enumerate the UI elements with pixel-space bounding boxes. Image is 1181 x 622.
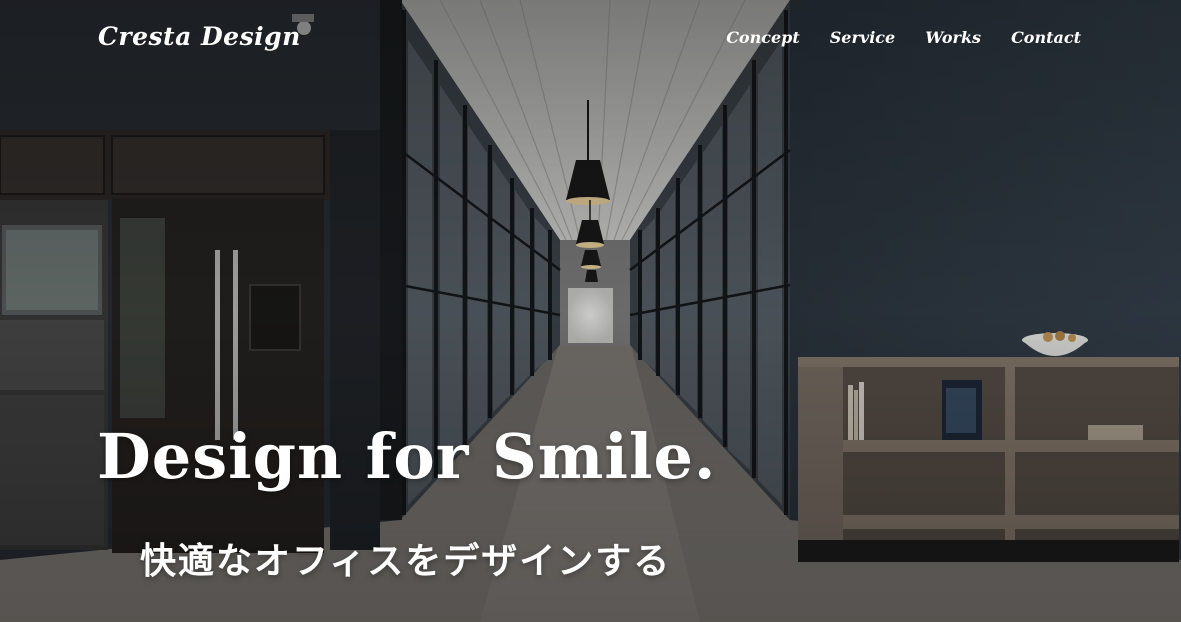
nav-link-service[interactable]: Service [830, 28, 895, 47]
hero-subheadline: 快適なオフィスをデザインする [140, 540, 672, 582]
site-logo[interactable]: Cresta Design [98, 22, 301, 51]
nav-link-concept[interactable]: Concept [726, 28, 800, 47]
hero-headline: Design for Smile. [97, 420, 717, 493]
nav-link-contact[interactable]: Contact [1011, 28, 1081, 47]
office-corridor-photo [0, 0, 1181, 622]
hero-section: Cresta Design Concept Service Works Cont… [0, 0, 1181, 622]
main-nav: Concept Service Works Contact [726, 28, 1081, 47]
site-header: Cresta Design Concept Service Works Cont… [0, 0, 1181, 80]
nav-link-works[interactable]: Works [925, 28, 981, 47]
